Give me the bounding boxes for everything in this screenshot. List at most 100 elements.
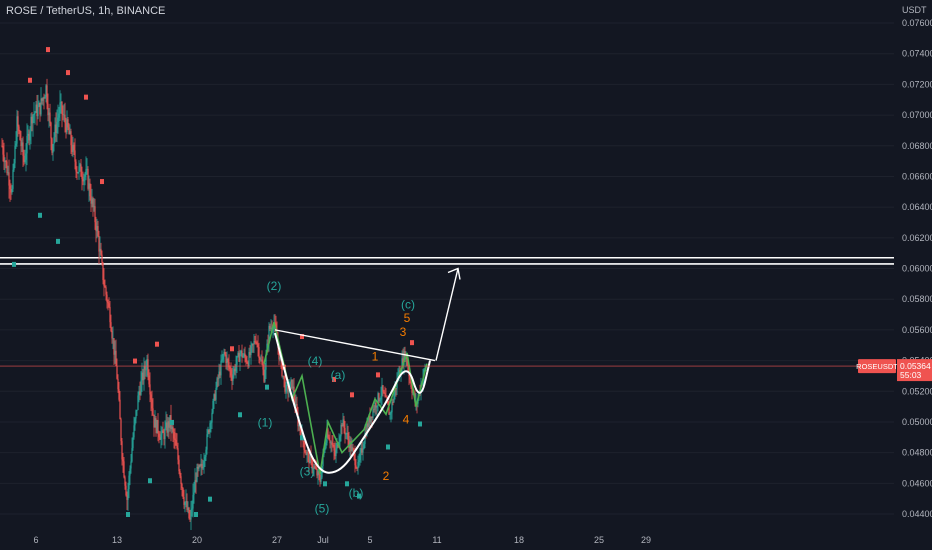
candle-body bbox=[376, 405, 378, 408]
price-axis-unit: USDT bbox=[902, 5, 927, 15]
price-tick-label: 0.07000 bbox=[902, 110, 932, 120]
candle-body bbox=[162, 430, 164, 433]
buy-signal-flag bbox=[386, 444, 390, 450]
candle-body bbox=[180, 476, 182, 485]
buy-signal-flag bbox=[265, 384, 269, 390]
price-tag-countdown: 55:03 bbox=[900, 370, 922, 380]
wave-label: 4 bbox=[403, 412, 410, 426]
candle-body bbox=[149, 384, 151, 395]
candle-body bbox=[136, 409, 138, 411]
price-tick-label: 0.04800 bbox=[902, 448, 932, 458]
candle-body bbox=[92, 198, 94, 208]
candle-body bbox=[174, 438, 176, 441]
candle-body bbox=[178, 459, 180, 472]
candle-body bbox=[2, 145, 4, 155]
candle-body bbox=[110, 322, 112, 331]
candle-body bbox=[57, 117, 59, 122]
candle-body bbox=[37, 106, 39, 117]
candle-body bbox=[204, 456, 206, 461]
candle-body bbox=[220, 360, 222, 376]
candle-body bbox=[75, 161, 77, 172]
candle-body bbox=[303, 441, 305, 450]
candle-body bbox=[116, 366, 118, 379]
candle-body bbox=[160, 434, 162, 440]
candle-body bbox=[105, 287, 107, 295]
candle-body bbox=[80, 164, 82, 177]
candle-body bbox=[84, 175, 86, 177]
buy-signal-flag bbox=[38, 212, 42, 218]
candle-body bbox=[339, 436, 341, 442]
candle-body bbox=[109, 306, 111, 323]
candle-body bbox=[145, 369, 147, 371]
candle-body bbox=[224, 351, 226, 355]
sell-signal-flag bbox=[84, 94, 88, 100]
candle-body bbox=[205, 449, 207, 457]
candle-body bbox=[221, 359, 223, 361]
buy-signal-flag bbox=[126, 512, 130, 517]
candle-body bbox=[362, 448, 364, 453]
candle-body bbox=[383, 391, 385, 394]
candle-body bbox=[173, 431, 175, 439]
sell-signal-flag bbox=[66, 70, 70, 76]
candle-body bbox=[152, 408, 154, 415]
candle-body bbox=[359, 453, 361, 461]
wave-label: 3 bbox=[400, 325, 407, 339]
candle-body bbox=[127, 489, 129, 500]
candle-body bbox=[389, 413, 391, 415]
price-tick-label: 0.04600 bbox=[902, 478, 932, 488]
candle-body bbox=[158, 433, 160, 438]
candle-body bbox=[50, 122, 52, 139]
candle-body bbox=[34, 112, 36, 114]
candle-body bbox=[151, 399, 153, 409]
candle-body bbox=[236, 356, 238, 365]
candle-body bbox=[391, 402, 393, 413]
price-tick-label: 0.06600 bbox=[902, 171, 932, 181]
candle-body bbox=[242, 355, 244, 358]
candle-body bbox=[58, 113, 60, 118]
candle-body bbox=[206, 434, 208, 450]
candle-body bbox=[29, 131, 31, 141]
candle-body bbox=[192, 494, 194, 509]
candle-body bbox=[387, 401, 389, 406]
candle-body bbox=[164, 427, 166, 440]
wave-label: (c) bbox=[401, 297, 415, 311]
chart-background bbox=[0, 0, 932, 550]
candle-body bbox=[314, 466, 316, 469]
sell-signal-flag bbox=[230, 346, 234, 352]
candle-body bbox=[384, 393, 386, 397]
candle-body bbox=[244, 353, 246, 358]
price-chart[interactable]: (2)(4)(a)(1)(3)(5)(b)(c)53142 USDT0.0760… bbox=[0, 0, 932, 550]
wave-label: (1) bbox=[258, 416, 273, 430]
candle-body bbox=[172, 426, 174, 432]
wave-label: (a) bbox=[331, 368, 346, 382]
candle-body bbox=[285, 385, 287, 392]
candle-body bbox=[130, 461, 132, 469]
candle-body bbox=[115, 350, 117, 367]
candle-body bbox=[390, 412, 392, 414]
price-tick-label: 0.05600 bbox=[902, 325, 932, 335]
candle-body bbox=[103, 280, 105, 287]
candle-body bbox=[320, 477, 322, 482]
candle-body bbox=[128, 475, 130, 490]
buy-signal-flag bbox=[148, 478, 152, 484]
candle-body bbox=[258, 346, 260, 358]
candle-body bbox=[184, 502, 186, 505]
chart-title: ROSE / TetherUS, 1h, BINANCE bbox=[6, 5, 166, 17]
candle-body bbox=[32, 115, 34, 124]
candle-body bbox=[70, 131, 72, 146]
candle-body bbox=[190, 509, 192, 520]
candle-body bbox=[355, 465, 357, 468]
candle-body bbox=[73, 144, 75, 151]
candle-body bbox=[229, 367, 231, 370]
candle-body bbox=[133, 425, 135, 438]
candle-body bbox=[135, 410, 137, 419]
candle-body bbox=[210, 422, 212, 424]
time-axis[interactable]: 6 13 20 27 Jul 5 11 18 25 29 bbox=[0, 530, 894, 550]
sell-signal-flag bbox=[155, 341, 159, 347]
candle-body bbox=[129, 468, 131, 476]
candle-body bbox=[257, 344, 259, 347]
candle-body bbox=[125, 485, 127, 496]
candle-body bbox=[352, 447, 354, 450]
candle-body bbox=[83, 176, 85, 182]
candle-body bbox=[239, 353, 241, 362]
